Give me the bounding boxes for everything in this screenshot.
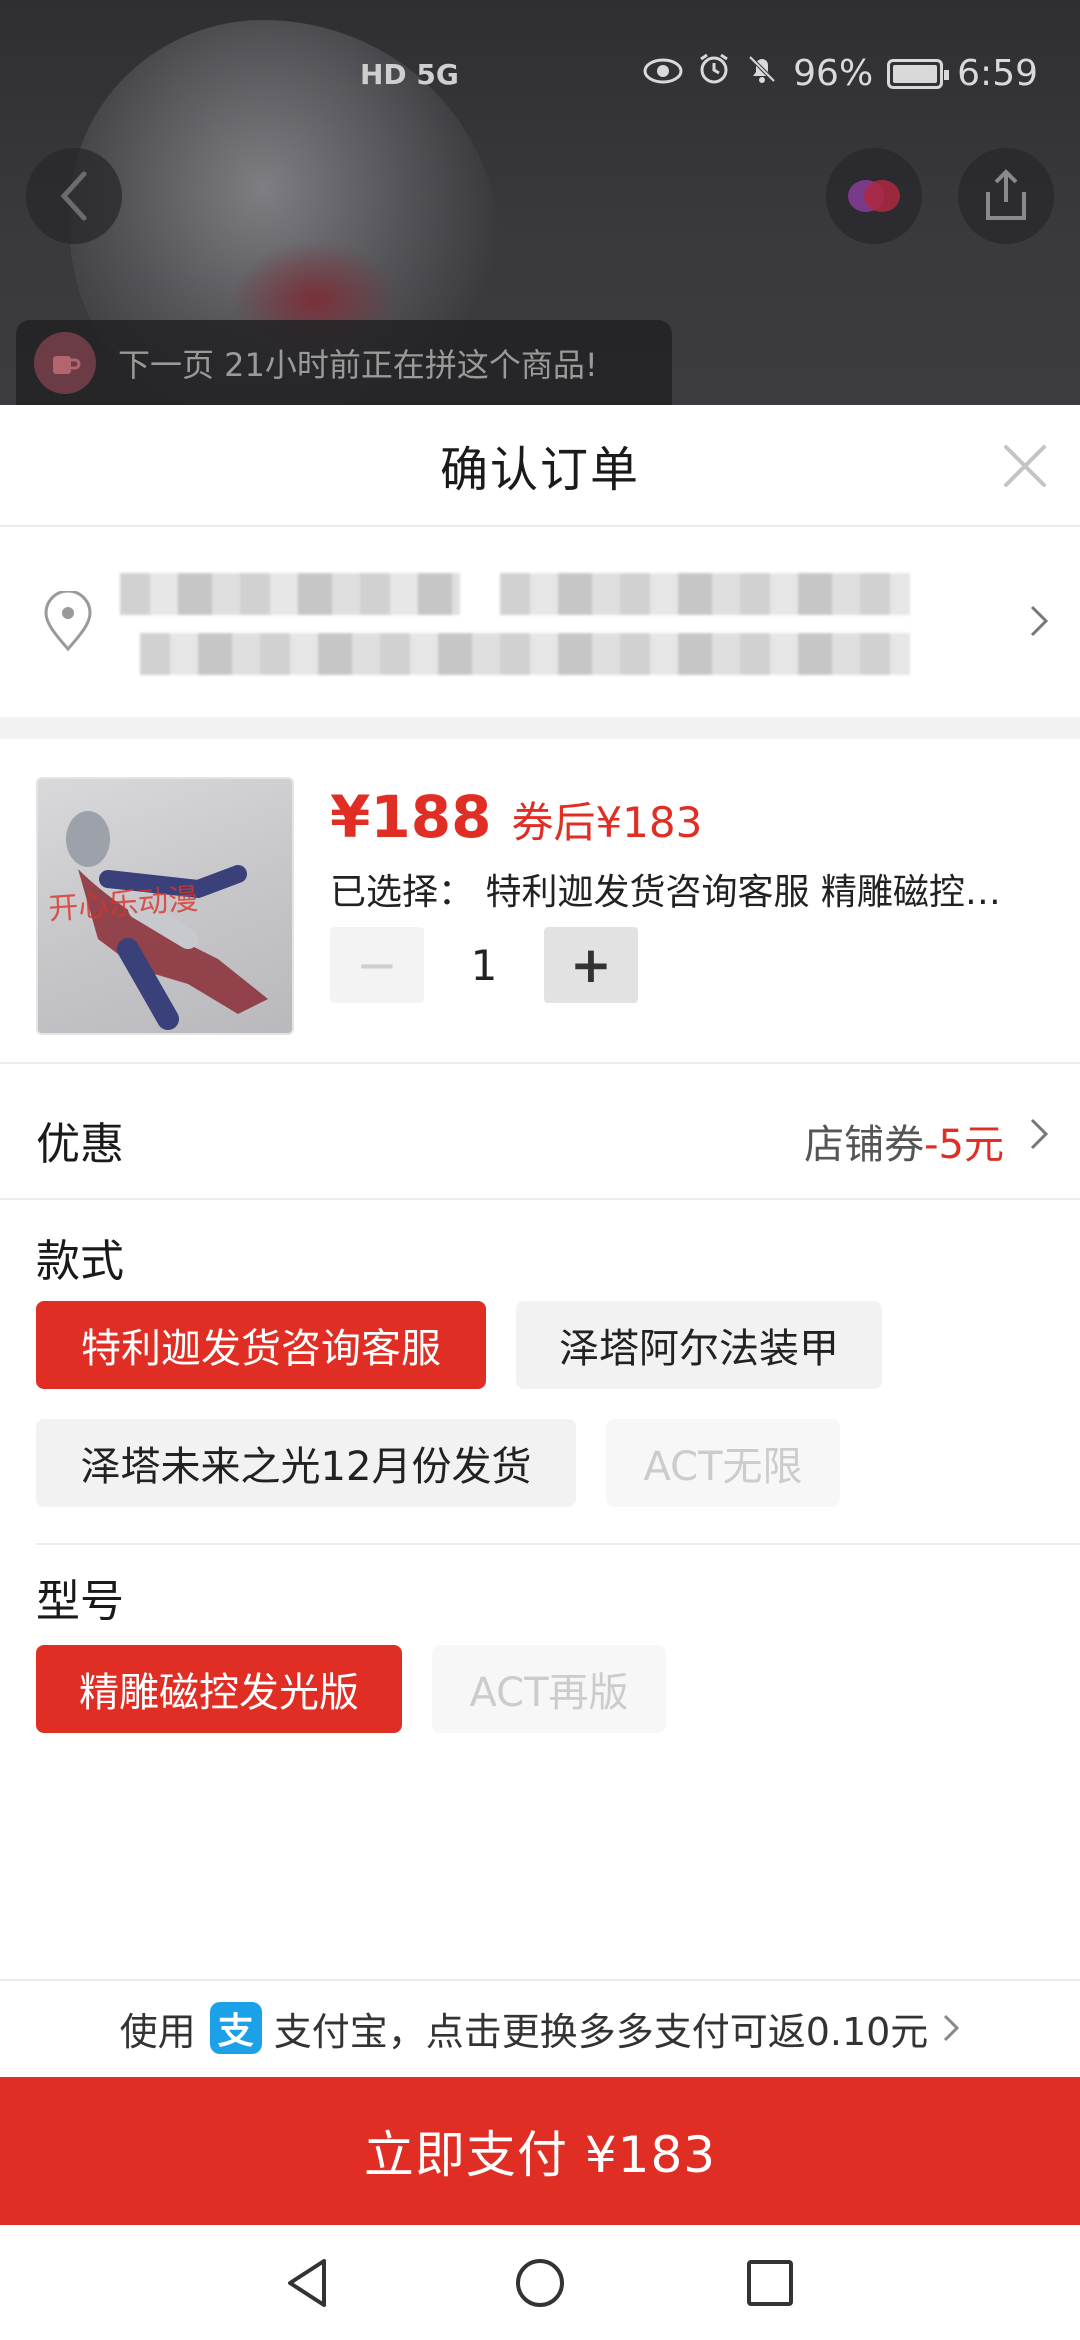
style-option[interactable]: 特利迦发货咨询客服 (36, 1301, 486, 1389)
selected-variant-text: 已选择： 特利迦发货咨询客服 精雕磁控发光版 (330, 872, 1030, 913)
discount-label: 优惠 (36, 1119, 124, 1170)
mute-bell-icon (745, 52, 779, 95)
style-section-label: 款式 (36, 1236, 124, 1287)
network-indicator: HD 5G (360, 58, 459, 91)
discount-row[interactable]: 优惠 店铺券-5元 (0, 1064, 1080, 1200)
discount-value: 店铺券-5元 (804, 1112, 1004, 1170)
share-icon (986, 169, 1026, 220)
clock: 6:59 (957, 53, 1038, 94)
share-button[interactable] (958, 148, 1054, 244)
address-detail-redacted (140, 633, 910, 675)
nav-recent-apps-icon[interactable] (740, 2253, 800, 2313)
style-option[interactable]: 泽塔未来之光12月份发货 (36, 1419, 576, 1507)
nav-home-icon[interactable] (510, 2253, 570, 2313)
toast-text: 下一页 21小时前正在拼这个商品! (118, 346, 598, 384)
model-option[interactable]: 精雕磁控发光版 (36, 1645, 402, 1733)
group-buy-toast: 下一页 21小时前正在拼这个商品! (16, 320, 672, 405)
coupon-amount: -5元 (924, 1122, 1004, 1168)
product-page-background: HD 5G 96% 6:59 下一页 21小时前正在拼这个商品! (0, 0, 1080, 405)
alipay-icon: 支 (209, 2002, 262, 2054)
battery-percent: 96% (793, 53, 874, 94)
model-option-disabled: ACT再版 (432, 1645, 666, 1733)
style-option[interactable]: 泽塔阿尔法装甲 (516, 1301, 882, 1389)
address-name-redacted (120, 573, 460, 615)
chevron-right-icon (1030, 605, 1049, 637)
decrease-quantity-button[interactable]: − (330, 927, 424, 1003)
coupon-type: 店铺券 (804, 1122, 925, 1168)
battery-icon (887, 58, 950, 89)
model-section-label: 型号 (36, 1576, 124, 1627)
quantity-stepper: − 1 + (330, 927, 638, 1003)
system-navigation-bar (0, 2225, 1080, 2340)
address-phone-redacted (500, 573, 910, 615)
status-bar: HD 5G 96% 6:59 (0, 50, 1080, 110)
sheet-header: 确认订单 (0, 405, 1080, 527)
pay-note-prefix: 使用 (119, 2009, 196, 2054)
section-divider (36, 1543, 1080, 1545)
quantity-value: 1 (470, 940, 498, 990)
pay-now-button[interactable]: 立即支付 ¥183 (0, 2077, 1080, 2225)
coupon-price: 券后¥183 (511, 798, 703, 847)
alarm-icon (697, 52, 731, 95)
increase-quantity-button[interactable]: + (544, 927, 638, 1003)
sheet-title: 确认订单 (439, 442, 640, 498)
shipping-address-row[interactable] (0, 529, 1080, 717)
chevron-right-icon (944, 2014, 960, 2042)
payment-method-row[interactable]: 使用 支 支付宝，点击更换多多支付可返0.10元 (0, 1979, 1080, 2075)
style-option-disabled: ACT无限 (606, 1419, 840, 1507)
close-icon[interactable] (1000, 441, 1050, 491)
user-avatar (34, 332, 96, 394)
eye-icon (643, 54, 683, 94)
confirm-order-sheet: 确认订单 开心乐动漫 ¥188 券后¥183 已选择： 特利迦发货咨询客服 精雕… (0, 405, 1080, 2340)
pinduoduo-logo-icon (848, 180, 900, 212)
chevron-left-icon (60, 171, 87, 221)
pay-note-text: 支付宝，点击更换多多支付可返0.10元 (273, 2009, 929, 2054)
product-summary: 开心乐动漫 ¥188 券后¥183 已选择： 特利迦发货咨询客服 精雕磁控发光版… (0, 739, 1080, 1064)
chevron-right-icon (1030, 1118, 1049, 1150)
cup-icon (53, 356, 81, 374)
product-thumbnail[interactable]: 开心乐动漫 (36, 777, 294, 1035)
location-pin-icon (44, 591, 92, 652)
nav-back-icon[interactable] (278, 2253, 338, 2313)
price-row: ¥188 券后¥183 (330, 783, 702, 851)
pdd-logo-button[interactable] (826, 148, 922, 244)
section-separator (0, 717, 1080, 739)
back-button[interactable] (26, 148, 122, 244)
product-price: ¥188 (330, 783, 492, 851)
status-right-cluster: 96% 6:59 (643, 52, 1038, 95)
